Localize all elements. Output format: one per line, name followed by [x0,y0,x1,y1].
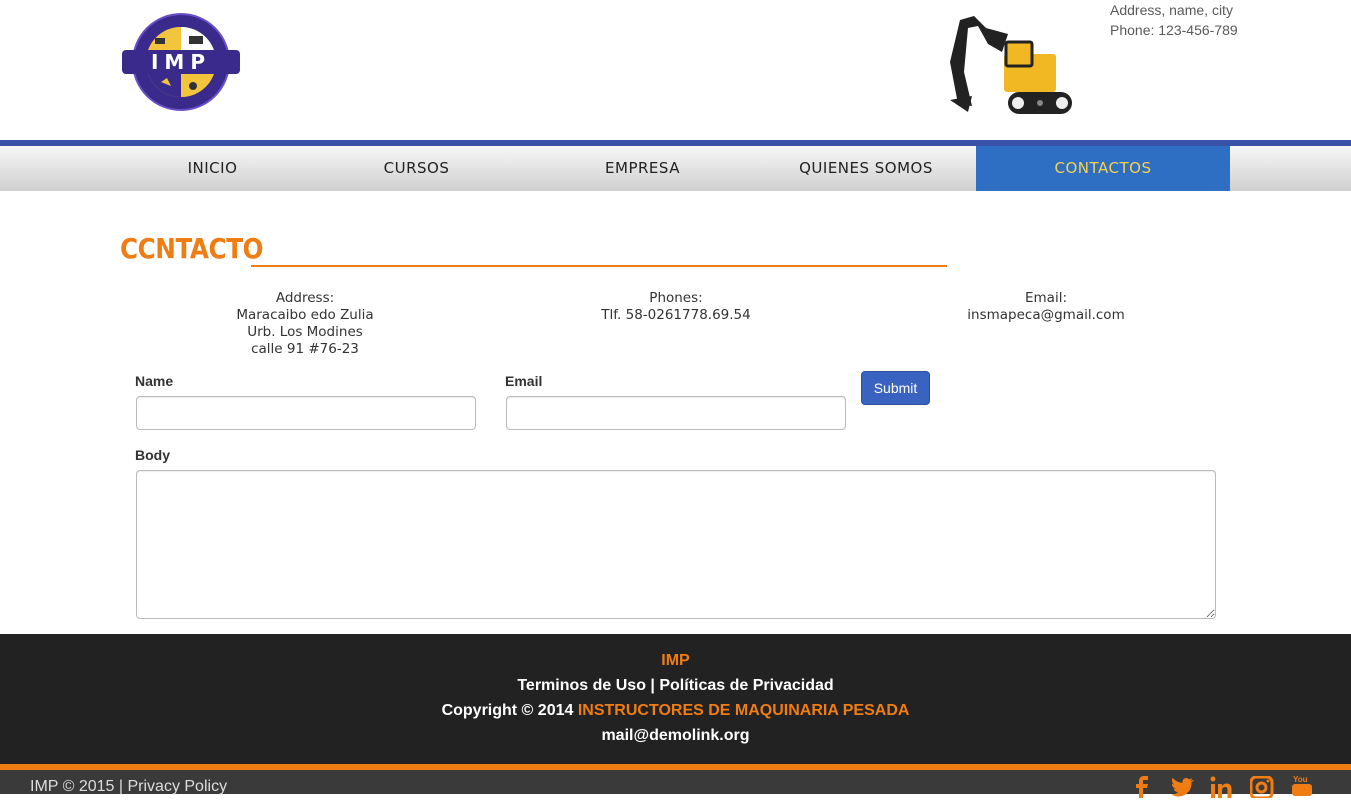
address-block: Address: Maracaibo edo Zulia Urb. Los Mo… [205,290,405,358]
copyright-prefix: Copyright © 2014 [441,702,574,719]
body-label: Body [135,447,170,463]
bottom-copyright-text: IMP © 2015 | [30,778,124,795]
name-label: Name [135,373,174,389]
body-textarea[interactable] [136,470,1216,619]
footer-separator: | [650,677,655,694]
phones-label: Phones: [649,290,703,306]
header-contact-info: Address, name, city Phone: 123-456-789 [1110,0,1240,40]
twitter-icon[interactable] [1170,776,1194,798]
address-line2: Urb. Los Modines [247,324,363,340]
nav-item-quienes-somos[interactable]: QUIENES SOMOS [760,146,972,191]
main-navigation: INICIO CURSOS EMPRESA QUIENES SOMOS CONT… [0,140,1351,191]
submit-button[interactable]: Submit [861,371,930,405]
logo-text: IMP [150,50,211,74]
linkedin-icon[interactable] [1210,776,1234,798]
site-header: IMP Address, name, city Phone: 123-456-7… [0,0,1351,140]
email-label: Email: [1024,290,1067,306]
excavator-image [946,12,1076,116]
facebook-icon[interactable] [1130,776,1154,798]
bottom-bar: IMP © 2015 | Privacy Policy You [0,770,1351,800]
imp-logo[interactable]: IMP [121,12,241,112]
privacy-policy-link[interactable]: Privacy Policy [127,778,227,795]
address-line1: Maracaibo edo Zulia [236,307,374,323]
header-address: Address, name, city [1110,2,1233,18]
footer-copyright: Copyright © 2014 INSTRUCTORES DE MAQUINA… [0,702,1351,720]
bottom-copyright: IMP © 2015 | Privacy Policy [30,778,227,796]
title-underline [251,265,947,267]
svg-text:You: You [1293,775,1308,784]
email-value[interactable]: insmapeca@gmail.com [936,307,1156,324]
email-field-label: Email [505,373,543,389]
footer-brand: IMP [661,652,690,669]
name-input[interactable] [136,396,476,430]
instagram-icon[interactable] [1249,775,1274,800]
company-name: INSTRUCTORES DE MAQUINARIA PESADA [577,702,910,719]
phones-block: Phones: Tlf. 58-0261778.69.54 [566,290,786,324]
terms-link[interactable]: Terminos de Uso [517,677,646,694]
email-block: Email: insmapeca@gmail.com [936,290,1156,324]
phones-value: Tlf. 58-0261778.69.54 [601,307,751,323]
address-label: Address: [275,290,335,306]
nav-item-empresa[interactable]: EMPRESA [530,146,755,191]
nav-item-cursos[interactable]: CURSOS [315,146,518,191]
footer-links: Terminos de Uso | Políticas de Privacida… [0,677,1351,695]
nav-item-inicio[interactable]: INICIO [110,146,315,191]
youtube-icon[interactable]: You [1290,774,1314,796]
email-input[interactable] [506,396,846,430]
nav-item-contactos[interactable]: CONTACTOS [976,146,1230,191]
header-phone: Phone: 123-456-789 [1110,22,1238,38]
site-footer: IMP Terminos de Uso | Políticas de Priva… [0,634,1351,764]
page-title: CCNTACTO [120,232,264,265]
address-line3: calle 91 #76-23 [251,341,359,357]
footer-mail[interactable]: mail@demolink.org [0,727,1351,745]
privacy-link[interactable]: Políticas de Privacidad [659,677,833,694]
